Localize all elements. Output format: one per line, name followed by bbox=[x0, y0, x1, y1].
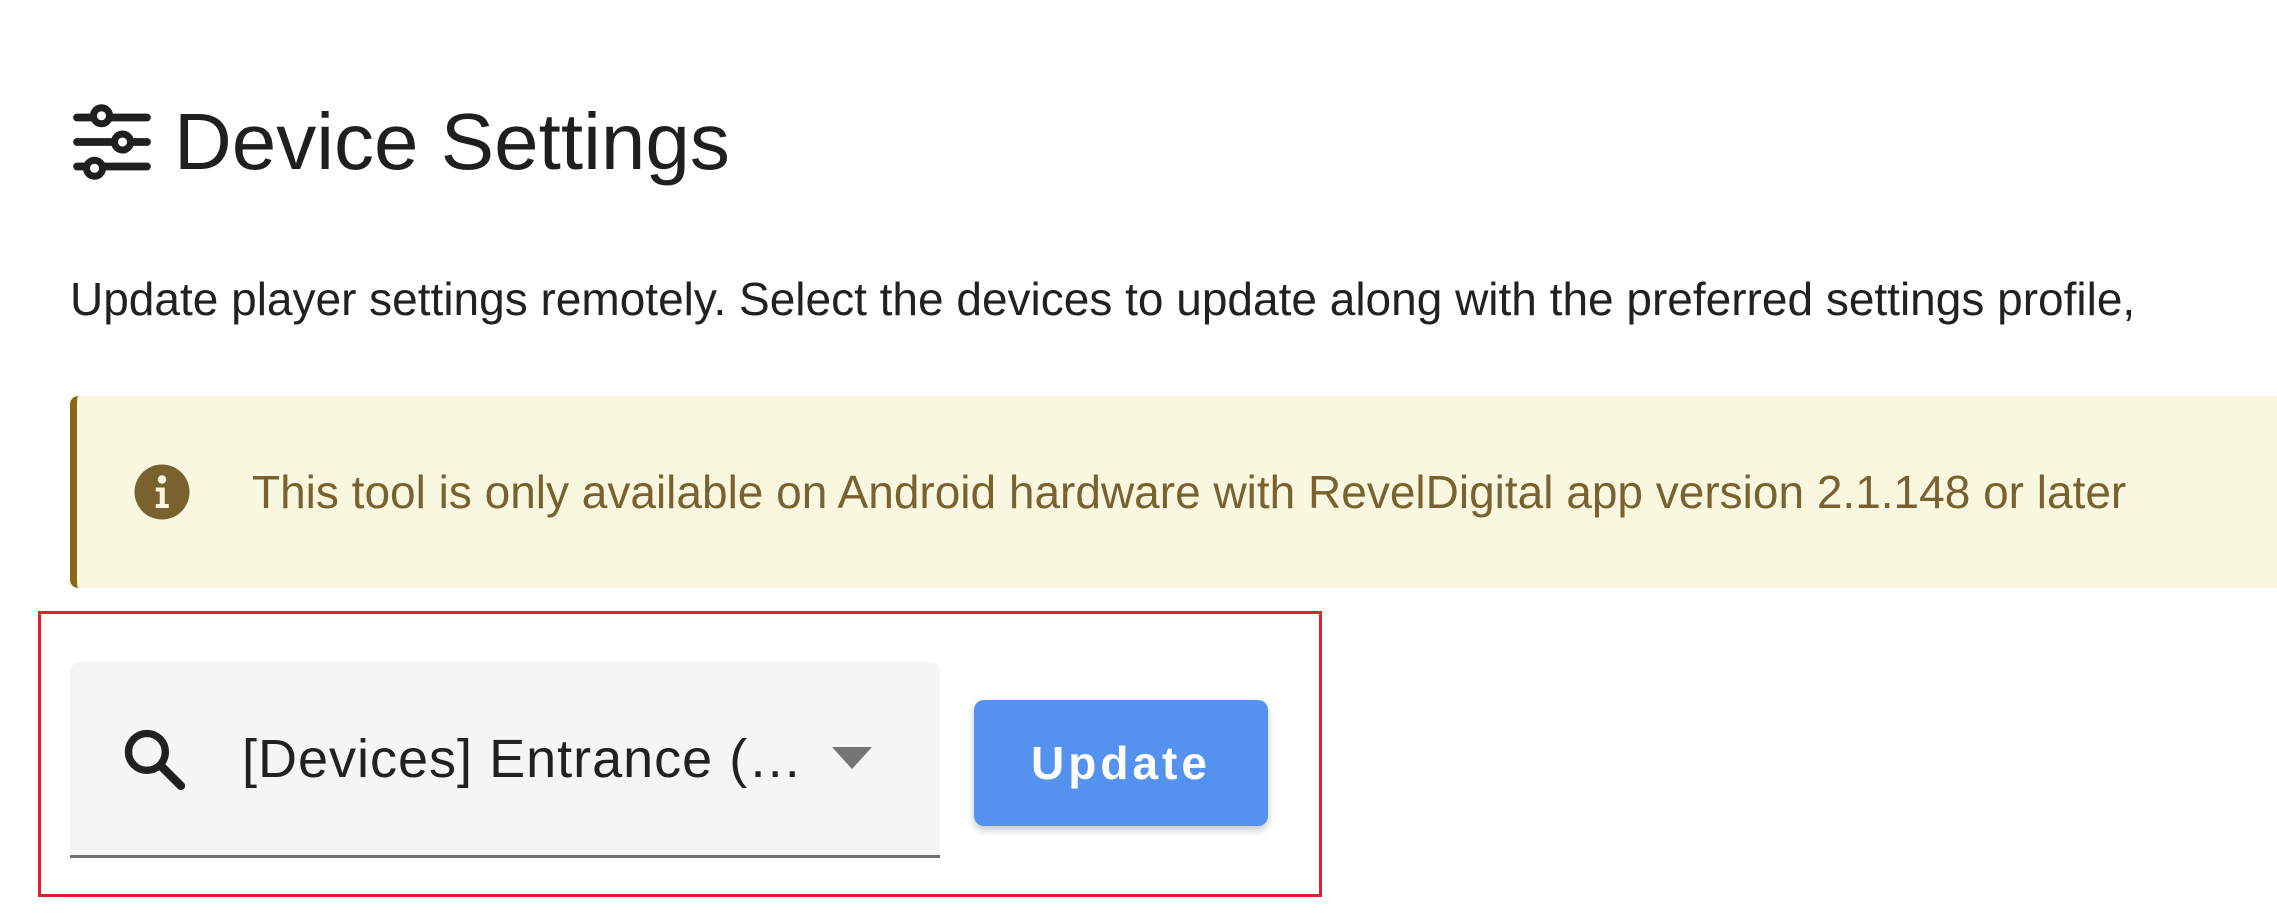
chevron-down-icon[interactable] bbox=[832, 746, 872, 771]
page-description: Update player settings remotely. Select … bbox=[70, 273, 2136, 325]
info-alert: This tool is only available on Android h… bbox=[70, 396, 2277, 588]
info-icon bbox=[134, 464, 190, 520]
sliders-icon bbox=[73, 104, 151, 180]
alert-text: This tool is only available on Android h… bbox=[252, 466, 2127, 518]
update-button[interactable]: Update bbox=[974, 700, 1268, 826]
device-select-value: [Devices] Entrance (… bbox=[242, 728, 804, 789]
page-title: Device Settings bbox=[174, 97, 730, 186]
device-settings-page: Device Settings Update player settings r… bbox=[0, 0, 2277, 919]
page-header: Device Settings bbox=[70, 92, 730, 192]
search-icon bbox=[124, 729, 186, 790]
device-select[interactable]: [Devices] Entrance (… bbox=[70, 662, 940, 858]
